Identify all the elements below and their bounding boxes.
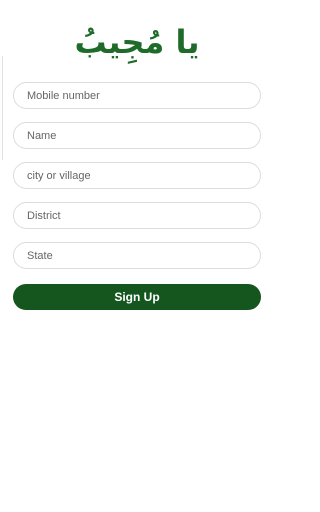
state-input[interactable] (13, 242, 261, 269)
city-or-village-input[interactable] (13, 162, 261, 189)
mobile-number-input[interactable] (13, 82, 261, 109)
signup-screen: يا مُجِيبُ Sign Up (0, 0, 274, 512)
district-input[interactable] (13, 202, 261, 229)
name-input[interactable] (13, 122, 261, 149)
drawer-edge (0, 56, 3, 160)
app-logo-calligraphy: يا مُجِيبُ (74, 23, 200, 61)
sign-up-button[interactable]: Sign Up (13, 284, 261, 310)
